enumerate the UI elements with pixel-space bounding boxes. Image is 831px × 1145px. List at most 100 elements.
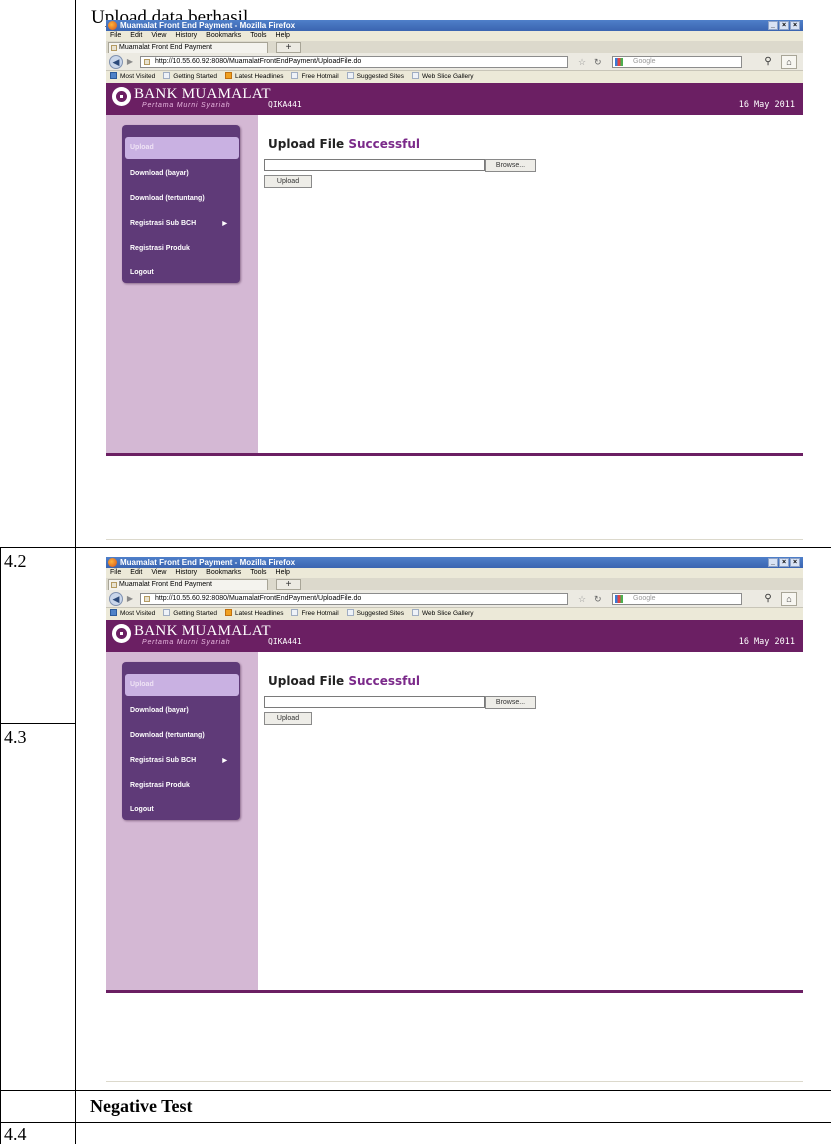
bookmark-item[interactable]: Suggested Sites [346, 609, 404, 617]
bookmark-item[interactable]: Most Visited [110, 609, 156, 617]
upload-button[interactable]: Upload [264, 175, 312, 188]
bookmark-label: Most Visited [120, 610, 156, 617]
bookmark-item[interactable]: Latest Headlines [225, 609, 283, 617]
browse-button[interactable]: Browse... [485, 696, 536, 709]
back-arrow-icon[interactable]: ◀ [109, 55, 123, 69]
browser-tab[interactable]: Muamalat Front End Payment [108, 42, 268, 53]
menu-view[interactable]: View [151, 32, 166, 39]
bookmark-label: Free Hotmail [301, 610, 339, 617]
table-left-border [75, 0, 76, 1144]
bookmark-icon [291, 72, 299, 79]
menu-file[interactable]: File [110, 569, 121, 576]
star-icon[interactable]: ☆ [578, 593, 586, 605]
browser-screenshot: Muamalat Front End Payment - Mozilla Fir… [106, 20, 803, 544]
browser-tab[interactable]: Muamalat Front End Payment [108, 579, 268, 590]
bookmark-item[interactable]: Latest Headlines [225, 72, 283, 80]
forward-arrow-icon[interactable]: ▶ [125, 594, 135, 604]
menu-view[interactable]: View [151, 569, 166, 576]
menu-history[interactable]: History [175, 32, 197, 39]
menu-item-logout[interactable]: Logout [125, 799, 239, 821]
reload-icon[interactable]: ↻ [594, 593, 602, 605]
bookmark-item[interactable]: Most Visited [110, 72, 155, 80]
bookmark-item[interactable]: Getting Started [163, 72, 217, 80]
menu-item-logout[interactable]: Logout [125, 262, 239, 284]
star-icon[interactable]: ☆ [578, 56, 586, 68]
bookmark-item[interactable]: Web Slice Gallery [412, 72, 474, 80]
file-path-input[interactable] [264, 696, 485, 708]
row-number: 4.2 [4, 551, 27, 571]
menu-history[interactable]: History [175, 569, 197, 576]
minimize-button[interactable]: _ [768, 21, 778, 30]
menu-item-registrasi-produk[interactable]: Registrasi Produk [125, 775, 239, 797]
menu-edit[interactable]: Edit [130, 569, 142, 576]
menu-item-registrasi-sub-bch[interactable]: Registrasi Sub BCH ▶ [125, 213, 239, 235]
bookmarks-bar: Most Visited Getting Started Latest Headli… [106, 71, 803, 83]
menu-bar: File Edit View History Bookmarks Tools Help [106, 31, 803, 41]
menu-item-download-tertuntang[interactable]: Download (tertuntang) [125, 725, 239, 747]
page-title: Upload File Successful [268, 674, 420, 688]
search-placeholder: Google [633, 595, 656, 602]
menu-item-upload[interactable]: Upload [125, 137, 239, 159]
bank-logo-icon [112, 87, 131, 106]
bookmark-item[interactable]: Getting Started [163, 609, 217, 617]
menu-edit[interactable]: Edit [130, 32, 142, 39]
maximize-button[interactable]: × [779, 21, 789, 30]
search-icon[interactable]: ⚲ [762, 593, 774, 605]
title-text: Upload File [268, 674, 345, 688]
menu-file[interactable]: File [110, 32, 121, 39]
home-icon[interactable]: ⌂ [781, 55, 797, 69]
maximize-button[interactable]: × [779, 558, 789, 567]
forward-arrow-icon[interactable]: ▶ [125, 57, 135, 67]
minimize-button[interactable]: _ [768, 558, 778, 567]
file-path-input[interactable] [264, 159, 485, 171]
title-text: Upload File [268, 137, 345, 151]
browse-button[interactable]: Browse... [485, 159, 536, 172]
bookmark-label: Web Slice Gallery [422, 73, 474, 80]
menu-help[interactable]: Help [276, 32, 290, 39]
back-arrow-icon[interactable]: ◀ [109, 592, 123, 606]
upload-button[interactable]: Upload [264, 712, 312, 725]
bank-tagline: Pertama Murni Syariah [142, 639, 231, 646]
google-icon [615, 595, 623, 603]
url-bar[interactable]: http://10.55.60.92:8080/MuamalatFrontEnd… [140, 593, 568, 605]
search-input[interactable]: Google [612, 593, 742, 605]
close-button[interactable]: × [790, 558, 800, 567]
menu-item-registrasi-sub-bch[interactable]: Registrasi Sub BCH ▶ [125, 750, 239, 772]
close-button[interactable]: × [790, 21, 800, 30]
menu-help[interactable]: Help [276, 569, 290, 576]
search-icon[interactable]: ⚲ [762, 56, 774, 68]
menu-item-download-bayar[interactable]: Download (bayar) [125, 700, 239, 722]
menu-bookmarks[interactable]: Bookmarks [206, 32, 241, 39]
row-divider [0, 1122, 831, 1123]
bookmark-icon [412, 72, 420, 79]
search-input[interactable]: Google [612, 56, 742, 68]
menu-bar: File Edit View History Bookmarks Tools Help [106, 568, 803, 578]
bookmark-item[interactable]: Suggested Sites [346, 72, 404, 80]
row-divider [0, 1090, 831, 1091]
bookmark-item[interactable]: Free Hotmail [291, 609, 339, 617]
menu-tools[interactable]: Tools [250, 32, 266, 39]
user-id: QIKA441 [268, 100, 302, 109]
status-text: Successful [348, 137, 421, 151]
menu-tools[interactable]: Tools [250, 569, 266, 576]
menu-item-upload[interactable]: Upload [125, 674, 239, 696]
bookmark-item[interactable]: Web Slice Gallery [412, 609, 474, 617]
menu-item-registrasi-produk[interactable]: Registrasi Produk [125, 238, 239, 260]
new-tab-button[interactable]: + [276, 579, 301, 590]
firefox-icon [108, 21, 117, 30]
nav-bar: ◀ ▶ http://10.55.60.92:8080/MuamalatFron… [106, 590, 803, 608]
menu-item-download-tertuntang[interactable]: Download (tertuntang) [125, 188, 239, 210]
menu-bookmarks[interactable]: Bookmarks [206, 569, 241, 576]
bookmark-item[interactable]: Free Hotmail [291, 72, 339, 80]
current-date: 16 May 2011 [738, 100, 795, 110]
home-icon[interactable]: ⌂ [781, 592, 797, 606]
window-titlebar: Muamalat Front End Payment - Mozilla Fir… [106, 557, 803, 568]
url-text: http://10.55.60.92:8080/MuamalatFrontEnd… [155, 58, 362, 65]
url-bar[interactable]: http://10.55.60.92:8080/MuamalatFrontEnd… [140, 56, 568, 68]
sidebar-menu: Upload Download (bayar) Download (tertun… [122, 125, 240, 283]
new-tab-button[interactable]: + [276, 42, 301, 53]
menu-item-download-bayar[interactable]: Download (bayar) [125, 163, 239, 185]
reload-icon[interactable]: ↻ [594, 56, 602, 68]
bookmark-icon [163, 72, 171, 79]
row-divider [0, 547, 831, 548]
